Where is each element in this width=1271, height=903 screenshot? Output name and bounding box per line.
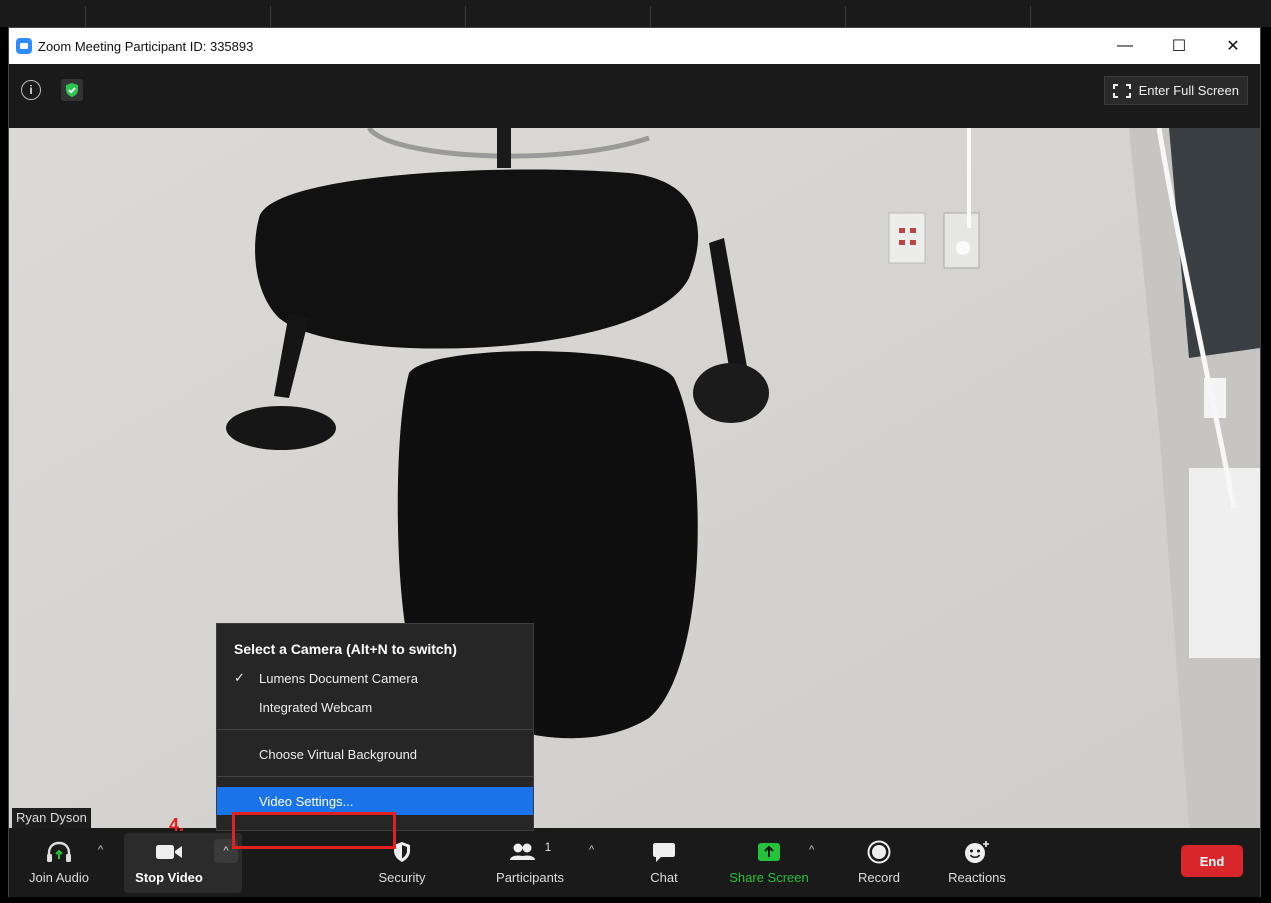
background-tab [650,6,840,27]
camera-option-label: Integrated Webcam [259,699,373,715]
background-tab [85,6,265,27]
record-label: Record [858,870,900,885]
end-meeting-button[interactable]: End [1181,845,1243,877]
security-label: Security [378,870,426,885]
background-taskbar [0,0,1271,27]
participants-button[interactable]: 1 Participants [487,828,573,897]
camera-select-menu: Select a Camera (Alt+N to switch) ✓ Lume… [216,623,534,831]
minimize-button[interactable]: — [1098,28,1152,64]
participants-label: Participants [496,870,564,885]
reactions-label: Reactions [948,870,1006,885]
background-tab [1030,6,1220,27]
video-camera-icon [155,840,183,864]
chat-bubble-icon [652,840,676,864]
chat-button[interactable]: Chat [639,828,689,897]
camera-option-integrated-webcam[interactable]: Integrated Webcam [217,693,533,721]
share-screen-icon [757,840,781,864]
menu-divider [217,729,533,730]
stop-video-button[interactable]: Stop Video [127,828,211,897]
encryption-shield-icon[interactable] [61,79,83,101]
fullscreen-label: Enter Full Screen [1138,83,1239,98]
window-title: Zoom Meeting Participant ID: 335893 [38,38,254,54]
meeting-info-bar: i Enter Full Screen [9,64,1260,128]
chat-label: Chat [650,870,678,885]
virtual-background-label: Choose Virtual Background [259,746,418,762]
camera-menu-header: Select a Camera (Alt+N to switch) [234,641,457,657]
maximize-button[interactable]: ☐ [1152,28,1206,64]
camera-option-label: Lumens Document Camera [259,670,418,686]
camera-view-image [9,128,1260,828]
step-annotation: 4. [169,815,185,835]
record-icon [867,840,891,864]
background-tab [845,6,1025,27]
window-controls: — ☐ ✕ [1098,28,1260,64]
stop-video-label: Stop Video [135,870,203,885]
participants-options-caret[interactable]: ^ [589,844,594,856]
record-button[interactable]: Record [847,828,911,897]
share-screen-label: Share Screen [729,870,809,885]
close-button[interactable]: ✕ [1206,28,1260,64]
enter-full-screen-button[interactable]: Enter Full Screen [1103,76,1248,105]
video-settings-label: Video Settings... [259,793,354,809]
background-tab [465,6,645,27]
participant-name-tag: Ryan Dyson [12,808,91,828]
menu-divider [217,776,533,777]
info-icon[interactable]: i [21,80,41,100]
join-audio-label: Join Audio [29,870,89,885]
zoom-window: Zoom Meeting Participant ID: 335893 — ☐ … [8,27,1261,897]
background-tab [270,6,460,27]
zoom-logo-icon [16,38,32,54]
title-bar: Zoom Meeting Participant ID: 335893 — ☐ … [9,28,1260,64]
video-settings-option[interactable]: Video Settings... [217,787,533,815]
reactions-button[interactable]: Reactions [941,828,1013,897]
headphones-icon [46,840,72,864]
camera-option-lumens[interactable]: ✓ Lumens Document Camera [217,664,533,692]
meeting-toolbar: Join Audio ^ Stop Video ^ Security 1 Par… [9,828,1260,897]
join-audio-button[interactable]: Join Audio [23,828,95,897]
participants-count: 1 [544,840,552,854]
video-feed: Ryan Dyson [9,128,1260,828]
audio-options-caret[interactable]: ^ [98,844,103,856]
smiley-plus-icon [964,840,990,864]
share-options-caret[interactable]: ^ [809,844,814,856]
participants-icon: 1 [509,840,552,864]
highlight-box [232,812,396,849]
choose-virtual-background-option[interactable]: Choose Virtual Background [217,740,533,768]
share-screen-button[interactable]: Share Screen [721,828,817,897]
fullscreen-icon [1112,83,1131,98]
check-icon: ✓ [234,670,245,685]
